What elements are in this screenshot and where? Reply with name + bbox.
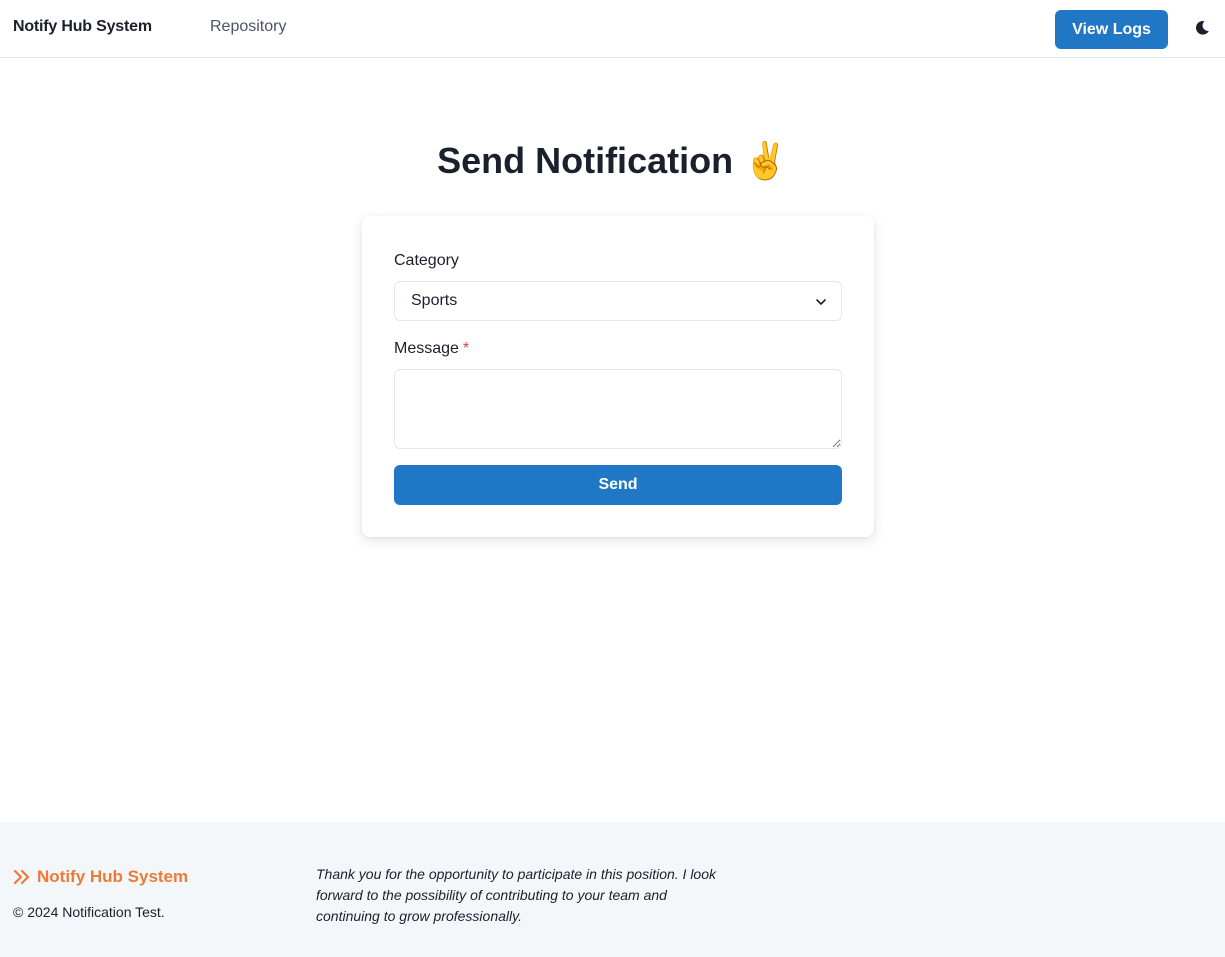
category-label: Category: [394, 252, 459, 269]
category-selected-value: Sports: [411, 292, 458, 309]
double-chevron-right-icon: [13, 869, 30, 885]
required-marker: *: [462, 340, 470, 357]
message-label: Message *: [394, 340, 469, 358]
footer: Notify Hub System © 2024 Notification Te…: [0, 822, 1225, 957]
footer-brand-text: Notify Hub System: [37, 867, 189, 886]
page: Notify Hub System Repository View Logs S…: [0, 0, 1225, 957]
send-button[interactable]: Send: [394, 465, 842, 505]
chevron-down-icon: [816, 299, 826, 305]
message-textarea[interactable]: [394, 369, 842, 449]
view-logs-button[interactable]: View Logs: [1055, 10, 1168, 49]
category-select[interactable]: Sports: [394, 281, 842, 321]
copyright-text: © 2024 Notification Test.: [13, 904, 165, 920]
thank-you-note: Thank you for the opportunity to partici…: [316, 866, 717, 924]
message-label-text: Message: [394, 340, 459, 357]
moon-icon: [1196, 20, 1209, 35]
footer-brand[interactable]: Notify Hub System: [13, 867, 188, 887]
nav-link-repository[interactable]: Repository: [210, 18, 286, 36]
notification-form-card: Category Sports Message * Send: [362, 216, 874, 537]
top-navbar: Notify Hub System Repository View Logs: [0, 0, 1225, 58]
brand-logo-text[interactable]: Notify Hub System: [13, 18, 152, 36]
page-title: Send Notification ✌️: [437, 140, 788, 181]
theme-toggle-button[interactable]: [1188, 14, 1216, 42]
